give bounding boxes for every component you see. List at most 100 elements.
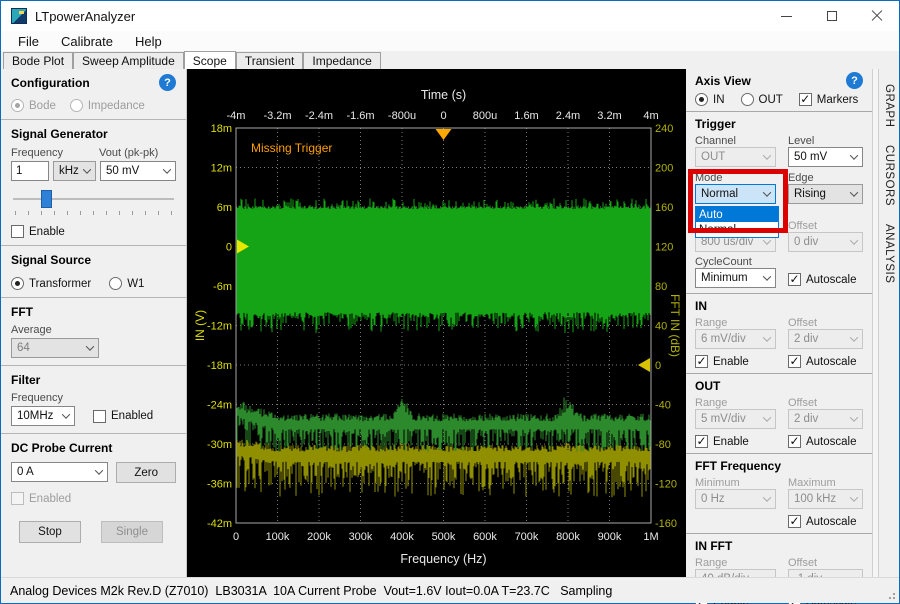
trigger-level-dropdown[interactable]: 50 mV bbox=[788, 147, 863, 167]
tab-sweep-amplitude[interactable]: Sweep Amplitude bbox=[73, 52, 184, 69]
average-dropdown[interactable]: 64 bbox=[11, 338, 99, 358]
help-icon[interactable] bbox=[159, 74, 176, 91]
out-title: OUT bbox=[695, 379, 720, 393]
mode-label: Mode bbox=[695, 172, 776, 184]
filter-enabled-checkbox[interactable] bbox=[93, 410, 106, 423]
svg-text:1M: 1M bbox=[643, 531, 658, 543]
tab-bode-plot[interactable]: Bode Plot bbox=[3, 52, 73, 69]
bode-radio[interactable] bbox=[11, 99, 24, 112]
zero-button[interactable]: Zero bbox=[116, 462, 176, 483]
svg-text:-160: -160 bbox=[655, 518, 677, 530]
stop-button[interactable]: Stop bbox=[19, 521, 81, 543]
svg-text:Frequency (Hz): Frequency (Hz) bbox=[400, 552, 486, 566]
side-tab-strip: GRAPH CURSORS ANALYSIS bbox=[879, 69, 899, 578]
fft-minimum-dropdown: 0 Hz bbox=[695, 489, 776, 509]
svg-text:Time (s): Time (s) bbox=[421, 88, 466, 102]
menu-file[interactable]: File bbox=[7, 32, 50, 51]
svg-text:-12m: -12m bbox=[207, 321, 232, 333]
tab-impedance[interactable]: Impedance bbox=[303, 52, 380, 69]
signal-generator-section: Signal Generator Frequency Vout (pk-pk) … bbox=[1, 120, 186, 246]
help-icon[interactable] bbox=[846, 72, 863, 89]
close-button[interactable] bbox=[854, 1, 899, 31]
dc-probe-title: DC Probe Current bbox=[11, 441, 112, 455]
app-icon bbox=[11, 8, 27, 24]
vout-dropdown[interactable]: 50 mV bbox=[100, 161, 176, 181]
time-offset-label: Offset bbox=[788, 220, 863, 232]
trigger-mode-dropdown[interactable]: Normal bbox=[695, 184, 776, 204]
vertical-scrollbar[interactable] bbox=[872, 69, 879, 578]
title-bar: LTpowerAnalyzer bbox=[1, 1, 899, 31]
in-autoscale-checkbox[interactable] bbox=[788, 355, 801, 368]
signal-generator-title: Signal Generator bbox=[11, 127, 108, 141]
scope-plot: Time (s)Frequency (Hz)IN (V)FFT IN (dB)-… bbox=[187, 69, 686, 578]
time-autoscale-checkbox[interactable] bbox=[788, 273, 801, 286]
slider-thumb[interactable] bbox=[41, 190, 52, 208]
markers-label: Markers bbox=[817, 94, 859, 106]
side-tab-graph[interactable]: GRAPH bbox=[883, 75, 895, 136]
w1-radio[interactable] bbox=[109, 277, 122, 290]
markers-checkbox[interactable] bbox=[799, 93, 812, 106]
filter-enabled-label: Enabled bbox=[111, 410, 153, 422]
mode-option-auto[interactable]: Auto bbox=[696, 207, 778, 222]
trigger-edge-dropdown[interactable]: Rising bbox=[788, 184, 863, 204]
maximize-button[interactable] bbox=[809, 1, 854, 31]
filter-frequency-dropdown[interactable]: 10MHz bbox=[11, 406, 75, 426]
menu-calibrate[interactable]: Calibrate bbox=[50, 32, 124, 51]
frequency-slider[interactable] bbox=[13, 189, 174, 209]
menu-help[interactable]: Help bbox=[124, 32, 173, 51]
in-title: IN bbox=[695, 299, 707, 313]
in-range-dropdown: 6 mV/div bbox=[695, 329, 776, 349]
chevron-down-icon bbox=[763, 333, 771, 341]
tab-scope[interactable]: Scope bbox=[184, 51, 236, 69]
svg-text:120: 120 bbox=[655, 242, 673, 254]
trigger-title: Trigger bbox=[695, 117, 736, 131]
fft-frequency-title: FFT Frequency bbox=[695, 459, 781, 473]
out-section: OUT Range 5 mV/div Offset 2 div Enable bbox=[686, 374, 872, 454]
chevron-down-icon bbox=[763, 493, 771, 501]
svg-text:-800u: -800u bbox=[388, 110, 416, 122]
svg-text:-40: -40 bbox=[655, 400, 671, 412]
cyclecount-label: CycleCount bbox=[695, 256, 776, 268]
app-window: LTpowerAnalyzer File Calibrate Help Bode… bbox=[0, 0, 900, 604]
in-section: IN Range 6 mV/div Offset 2 div Enable bbox=[686, 294, 872, 374]
average-label: Average bbox=[11, 324, 176, 336]
minimize-button[interactable] bbox=[764, 1, 809, 31]
svg-text:400k: 400k bbox=[390, 531, 414, 543]
enable-checkbox[interactable] bbox=[11, 225, 24, 238]
chevron-down-icon bbox=[86, 342, 94, 350]
chevron-down-icon bbox=[763, 413, 771, 421]
chevron-down-icon bbox=[83, 165, 91, 173]
out-autoscale-checkbox[interactable] bbox=[788, 435, 801, 448]
in-range-label: Range bbox=[695, 317, 776, 329]
side-tab-analysis[interactable]: ANALYSIS bbox=[883, 215, 895, 292]
resize-grip-icon[interactable] bbox=[886, 590, 896, 600]
fft-maximum-label: Maximum bbox=[788, 477, 863, 489]
in-offset-label: Offset bbox=[788, 317, 863, 329]
w1-radio-label: W1 bbox=[127, 278, 144, 290]
level-label: Level bbox=[788, 135, 863, 147]
in-enable-checkbox[interactable] bbox=[695, 355, 708, 368]
fft-frequency-autoscale-checkbox[interactable] bbox=[788, 515, 801, 528]
transformer-radio[interactable] bbox=[11, 277, 24, 290]
svg-text:800k: 800k bbox=[556, 531, 580, 543]
dc-probe-dropdown[interactable]: 0 A bbox=[11, 462, 108, 482]
impedance-radio[interactable] bbox=[70, 99, 83, 112]
frequency-input[interactable]: 1 bbox=[11, 161, 49, 181]
side-tab-cursors[interactable]: CURSORS bbox=[883, 136, 895, 215]
out-enable-checkbox[interactable] bbox=[695, 435, 708, 448]
svg-text:240: 240 bbox=[655, 123, 673, 135]
trigger-channel-dropdown: OUT bbox=[695, 147, 776, 167]
axis-out-radio[interactable] bbox=[741, 93, 754, 106]
scope-plot-area: Time (s)Frequency (Hz)IN (V)FFT IN (dB)-… bbox=[187, 69, 686, 578]
svg-text:0: 0 bbox=[440, 110, 446, 122]
svg-text:160: 160 bbox=[655, 202, 673, 214]
cyclecount-dropdown[interactable]: Minimum bbox=[695, 268, 776, 288]
tab-transient[interactable]: Transient bbox=[236, 52, 304, 69]
frequency-unit-dropdown[interactable]: kHz bbox=[53, 161, 96, 181]
chevron-down-icon bbox=[95, 466, 103, 474]
svg-text:500k: 500k bbox=[432, 531, 456, 543]
svg-text:-6m: -6m bbox=[213, 281, 232, 293]
mode-option-normal[interactable]: Normal bbox=[696, 222, 778, 237]
axis-in-radio[interactable] bbox=[695, 93, 708, 106]
svg-text:-80: -80 bbox=[655, 439, 671, 451]
